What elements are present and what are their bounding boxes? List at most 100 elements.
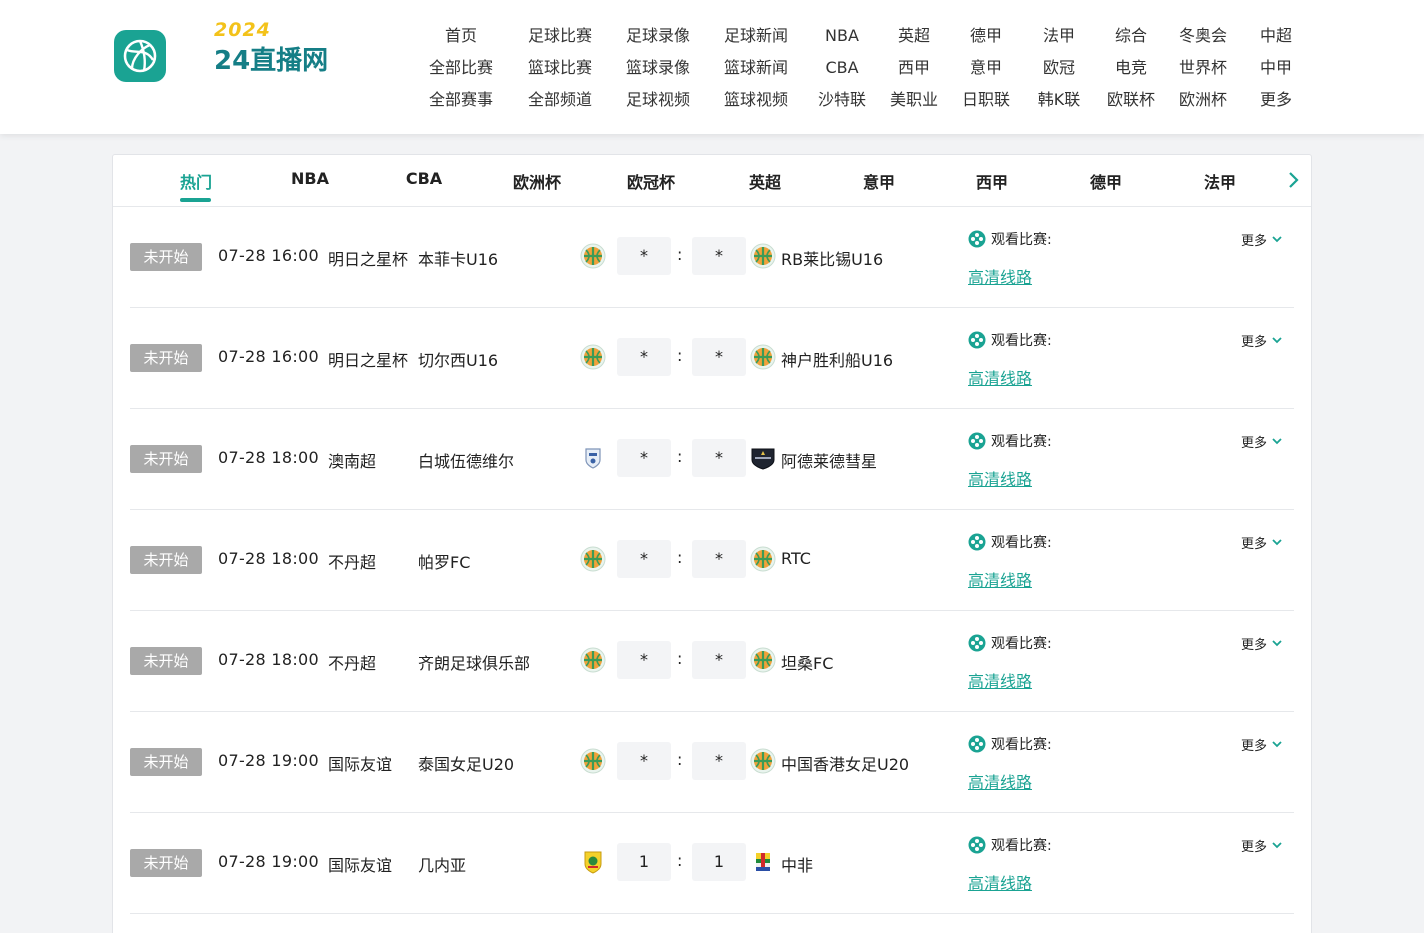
nav-link[interactable]: 篮球录像 [626,58,690,78]
match-row[interactable]: 未开始 07-28 19:00 国际友谊 几内亚 1:1 中非 观看比赛: 高清线路 更多 [130,813,1294,914]
league-name[interactable]: 国际友谊 [328,852,408,876]
tab-8[interactable]: 德甲 [1090,169,1122,193]
nav-link[interactable]: 韩K联 [1038,90,1081,110]
status-badge: 未开始 [130,748,202,776]
nav-link[interactable]: 篮球新闻 [724,58,788,78]
hd-stream-link[interactable]: 高清线路 [968,668,1032,692]
hd-stream-link[interactable]: 高清线路 [968,365,1032,389]
league-name[interactable]: 不丹超 [328,549,408,573]
shield-crest-icon [580,445,606,471]
away-team-name[interactable]: RB莱比锡U16 [781,246,883,270]
more-button[interactable]: 更多 [1241,735,1282,754]
nav-link[interactable]: 欧冠 [1043,58,1075,78]
home-team-name[interactable]: 几内亚 [418,852,466,876]
hd-stream-link[interactable]: 高清线路 [968,264,1032,288]
nav-link[interactable]: 更多 [1260,90,1292,110]
match-row[interactable]: 未开始 07-28 18:00 不丹超 帕罗FC *: * RTC 观看比赛: 高清线路 更多 [130,510,1294,611]
nav-link[interactable]: 中甲 [1260,58,1292,78]
tab-3[interactable]: 欧洲杯 [513,169,561,193]
more-button[interactable]: 更多 [1241,432,1282,451]
hd-stream-link[interactable]: 高清线路 [968,870,1032,894]
guinea-crest-icon [580,849,606,875]
nav-link[interactable]: 欧洲杯 [1179,90,1227,110]
match-row[interactable]: 未开始 07-28 16:00 明日之星杯 本菲卡U16 *: * RB莱比锡U16 观看比赛… [130,207,1294,308]
nav-link[interactable]: 足球新闻 [724,26,788,46]
nav-link[interactable]: CBA [825,58,858,78]
away-team-name[interactable]: 中国香港女足U20 [781,751,909,775]
nav-link[interactable]: NBA [825,26,859,46]
nav-link[interactable]: 西甲 [898,58,930,78]
nav-link[interactable]: 篮球视频 [724,90,788,110]
nav-link[interactable]: 冬奥会 [1179,26,1227,46]
status-badge: 未开始 [130,647,202,675]
nav-link[interactable]: 法甲 [1043,26,1075,46]
home-team-name[interactable]: 本菲卡U16 [418,246,498,270]
main-nav: 首页全部比赛全部赛事 足球比赛篮球比赛全部频道 足球录像篮球录像足球视频 足球新闻篮球… [0,0,1424,134]
nav-link[interactable]: 足球视频 [626,90,690,110]
home-team-name[interactable]: 齐朗足球俱乐部 [418,650,530,674]
nav-link[interactable]: 综合 [1115,26,1147,46]
football-crest-icon [580,546,606,572]
nav-link[interactable]: 欧联杯 [1107,90,1155,110]
home-team-name[interactable]: 切尔西U16 [418,347,498,371]
tab-9[interactable]: 法甲 [1204,169,1236,193]
nav-link[interactable]: 全部赛事 [429,90,493,110]
nav-link[interactable]: 英超 [898,26,930,46]
home-team-name[interactable]: 白城伍德维尔 [418,448,514,472]
tab-5[interactable]: 英超 [749,169,781,193]
nav-link[interactable]: 全部比赛 [429,58,493,78]
match-time: 07-28 19:00 [218,852,319,871]
nav-link[interactable]: 德甲 [970,26,1002,46]
tab-6[interactable]: 意甲 [863,169,895,193]
league-name[interactable]: 澳南超 [328,448,408,472]
nav-link[interactable]: 篮球比赛 [528,58,592,78]
league-name[interactable]: 明日之星杯 [328,347,408,371]
more-label: 更多 [1241,638,1268,653]
status-badge: 未开始 [130,849,202,877]
away-team-name[interactable]: 坦桑FC [781,650,833,674]
match-row[interactable]: 未开始 07-28 19:00 国际友谊 泰国女足U20 *: * 中国香港女足U20 观看比… [130,712,1294,813]
tab-0[interactable]: 热门 [180,169,212,193]
nav-link[interactable]: 日职联 [962,90,1010,110]
nav-link[interactable]: 世界杯 [1179,58,1227,78]
football-crest-icon [750,243,776,269]
nav-link[interactable]: 电竞 [1115,58,1147,78]
nav-link[interactable]: 首页 [445,26,477,46]
more-button[interactable]: 更多 [1241,230,1282,249]
more-button[interactable]: 更多 [1241,533,1282,552]
more-button[interactable]: 更多 [1241,634,1282,653]
tab-4[interactable]: 欧冠杯 [627,169,675,193]
football-crest-icon [750,647,776,673]
tab-1[interactable]: NBA [291,169,329,188]
away-team-name[interactable]: RTC [781,549,811,568]
league-name[interactable]: 明日之星杯 [328,246,408,270]
nav-link[interactable]: 全部频道 [528,90,592,110]
match-row[interactable]: 未开始 07-28 18:00 不丹超 齐朗足球俱乐部 *: * 坦桑FC 观看比赛: 高清线路… [130,611,1294,712]
tab-2[interactable]: CBA [406,169,442,188]
nav-link[interactable]: 沙特联 [818,90,866,110]
match-row[interactable]: 未开始 07-28 18:00 澳南超 白城伍德维尔 *: * 阿德莱德彗星 观看比赛: 高清线… [130,409,1294,510]
chevron-right-icon[interactable] [1283,169,1305,191]
more-button[interactable]: 更多 [1241,836,1282,855]
score-separator: : [677,245,683,264]
league-tabs: 热门 NBA CBA 欧洲杯 欧冠杯 英超 意甲 西甲 德甲 法甲 [113,155,1311,207]
match-row[interactable]: 未开始 07-28 16:00 明日之星杯 切尔西U16 *: * 神户胜利船U16 观看比赛… [130,308,1294,409]
home-team-name[interactable]: 帕罗FC [418,549,470,573]
hd-stream-link[interactable]: 高清线路 [968,769,1032,793]
hd-stream-link[interactable]: 高清线路 [968,466,1032,490]
nav-link[interactable]: 足球录像 [626,26,690,46]
league-name[interactable]: 不丹超 [328,650,408,674]
nav-link[interactable]: 中超 [1260,26,1292,46]
more-button[interactable]: 更多 [1241,331,1282,350]
away-team-name[interactable]: 阿德莱德彗星 [781,448,877,472]
hd-stream-link[interactable]: 高清线路 [968,567,1032,591]
away-team-name[interactable]: 神户胜利船U16 [781,347,893,371]
away-team-name[interactable]: 中非 [781,852,813,876]
nav-link[interactable]: 意甲 [970,58,1002,78]
nav-link[interactable]: 足球比赛 [528,26,592,46]
nav-link[interactable]: 美职业 [890,90,938,110]
home-team-name[interactable]: 泰国女足U20 [418,751,514,775]
league-name[interactable]: 国际友谊 [328,751,408,775]
tab-7[interactable]: 西甲 [976,169,1008,193]
watch-label-text: 观看比赛: [991,333,1052,349]
